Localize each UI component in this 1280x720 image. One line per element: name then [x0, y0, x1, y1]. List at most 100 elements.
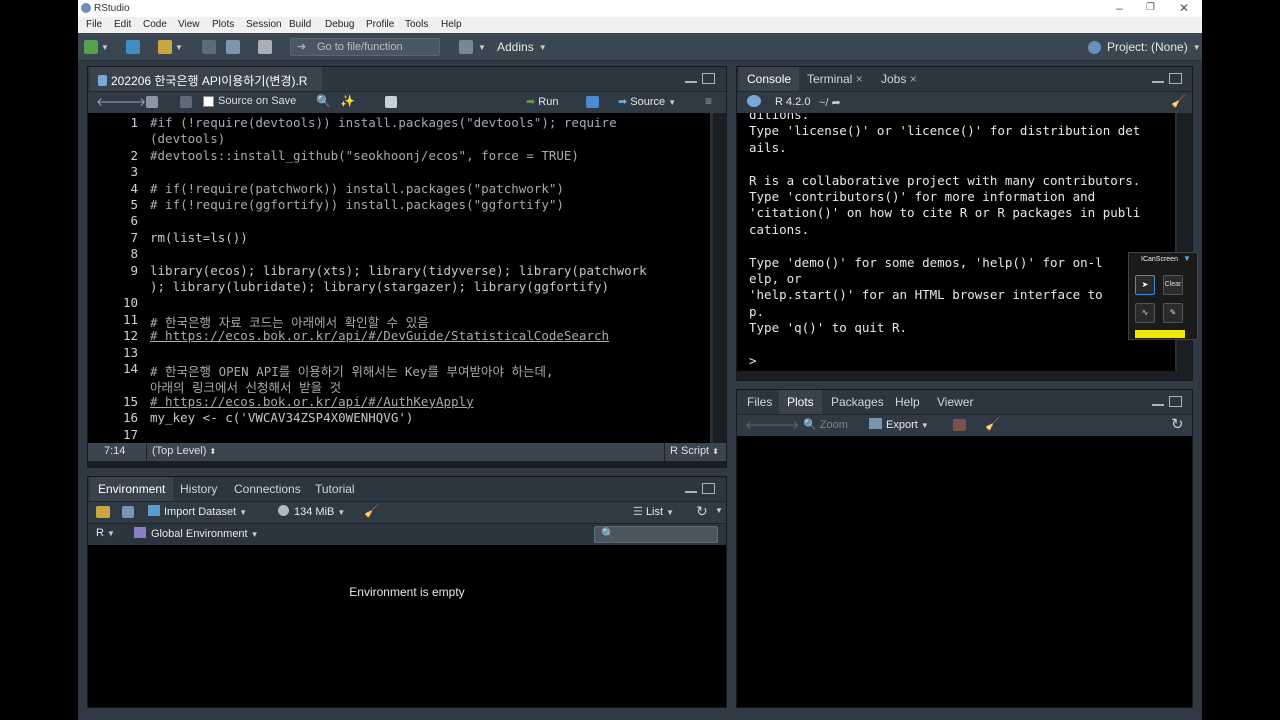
project-menu-button[interactable]: Project: (None) ▼	[1088, 39, 1201, 55]
collapse-icon[interactable]: ▼	[1183, 254, 1191, 263]
tab-files[interactable]: Files	[739, 390, 780, 414]
editor-scrollbar[interactable]	[710, 113, 713, 443]
files-min-max[interactable]	[1152, 396, 1182, 408]
clear-broom-icon[interactable]: 🧹	[364, 504, 379, 518]
close-tab-icon[interactable]: ×	[910, 72, 917, 86]
menu-code[interactable]: Code	[143, 19, 167, 30]
source-button[interactable]: ➡ Source ▼	[618, 95, 676, 108]
clear-console-icon[interactable]: 🧹	[1171, 94, 1186, 108]
save-icon[interactable]	[180, 96, 192, 108]
next-plot-icon[interactable]: 🡒	[767, 417, 799, 432]
menu-tools[interactable]: Tools	[405, 19, 428, 30]
menu-edit[interactable]: Edit	[114, 19, 131, 30]
save-button[interactable]	[202, 39, 216, 55]
menu-profile[interactable]: Profile	[366, 19, 394, 30]
tab-history[interactable]: History	[172, 477, 225, 501]
refresh-icon[interactable]: ↻	[1171, 415, 1184, 433]
import-dataset-button[interactable]: Import Dataset ▼	[148, 505, 247, 518]
refresh-icon[interactable]: ↻	[696, 503, 708, 520]
go-to-file-input[interactable]: ➜ Go to file/function	[290, 38, 440, 56]
code-line[interactable]: (devtools)	[150, 131, 225, 146]
tab-connections[interactable]: Connections	[226, 477, 309, 501]
console-output[interactable]: ditions. Type 'license()' or 'licence()' …	[737, 113, 1177, 371]
load-workspace-icon[interactable]	[96, 506, 110, 518]
close-tab-icon[interactable]: ×	[856, 72, 863, 86]
zoom-button[interactable]: 🔍 Zoom	[803, 418, 848, 431]
tab-environment[interactable]: Environment	[90, 477, 174, 501]
code-line[interactable]: my_key <- c('VWCAV34ZSP4X0WENHQVG')	[150, 410, 413, 425]
print-button[interactable]	[258, 39, 272, 55]
global-environment-selector[interactable]: Global Environment ▼	[134, 527, 259, 540]
menu-session[interactable]: Session	[246, 19, 282, 30]
tab-help[interactable]: Help	[887, 390, 928, 414]
magic-wand-icon[interactable]: ✨	[340, 94, 355, 108]
list-view-button[interactable]: ☰ List ▼	[633, 505, 674, 518]
console-min-max[interactable]	[1152, 73, 1182, 85]
run-arrow-icon: ➡	[526, 96, 536, 108]
show-in-window-icon[interactable]	[146, 96, 158, 108]
compile-report-icon[interactable]	[385, 96, 397, 108]
source-min-max[interactable]	[685, 73, 715, 85]
color-picker-yellow[interactable]	[1135, 330, 1185, 338]
source-on-save-checkbox[interactable]	[203, 96, 214, 107]
open-file-button[interactable]: ▼	[158, 39, 183, 55]
new-file-button[interactable]: ▼	[84, 39, 109, 55]
search-icon: 🔍	[601, 528, 615, 540]
code-line[interactable]: #devtools::install_github("seokhoonj/eco…	[150, 148, 579, 163]
clear-button[interactable]: Clear	[1163, 275, 1183, 295]
tab-viewer[interactable]: Viewer	[929, 390, 981, 414]
tab-tutorial[interactable]: Tutorial	[307, 477, 363, 501]
environment-icon	[134, 527, 146, 538]
code-line[interactable]: # if(!require(patchwork)) install.packag…	[150, 181, 564, 196]
pen-tool-button[interactable]: ∿	[1135, 303, 1155, 323]
line-number: 7	[130, 229, 138, 245]
clear-plots-icon[interactable]: 🧹	[985, 417, 1000, 431]
menu-debug[interactable]: Debug	[325, 19, 354, 30]
pointer-tool-button[interactable]: ➤	[1135, 275, 1155, 295]
language-selector[interactable]: R ▼	[96, 527, 115, 539]
code-line[interactable]: # https://ecos.bok.or.kr/api/#/DevGuide/…	[150, 328, 609, 343]
new-project-button[interactable]	[126, 39, 140, 55]
environment-min-max[interactable]	[685, 483, 715, 495]
console-path[interactable]: ~/ ➦	[819, 96, 841, 109]
tab-jobs[interactable]: Jobs ×	[873, 67, 925, 91]
environment-search-input[interactable]: 🔍	[594, 526, 718, 543]
code-line[interactable]: #if (!require(devtools)) install.package…	[150, 115, 617, 130]
export-label: Export	[886, 419, 918, 431]
remove-plot-icon[interactable]	[953, 419, 966, 431]
save-workspace-icon[interactable]	[122, 506, 134, 518]
tab-console[interactable]: Console	[739, 67, 800, 91]
files-tabbar: Files Plots Packages Help Viewer	[737, 390, 1192, 414]
code-line[interactable]: rm(list=ls())	[150, 230, 248, 245]
workspace-panes-button[interactable]: ▼	[459, 39, 486, 55]
close-button[interactable]: ✕	[1179, 1, 1189, 15]
menu-file[interactable]: File	[86, 19, 102, 30]
tab-terminal[interactable]: Terminal ×	[799, 67, 871, 91]
file-type-selector[interactable]: R Script ⬍	[670, 445, 719, 457]
highlighter-tool-button[interactable]: ✎	[1163, 303, 1183, 323]
code-line[interactable]: ); library(lubridate); library(stargazer…	[150, 279, 609, 294]
save-all-button[interactable]	[226, 39, 240, 55]
code-line[interactable]: library(ecos); library(xts); library(tid…	[150, 263, 647, 278]
export-button[interactable]: Export ▼	[869, 418, 929, 431]
maximize-button[interactable]: ❐	[1146, 2, 1155, 13]
forward-arrow-icon[interactable]: 🡒	[114, 94, 146, 109]
rerun-icon[interactable]	[586, 96, 599, 108]
code-editor[interactable]: 1 #if (!require(devtools)) install.packag…	[88, 113, 713, 443]
memory-usage-button[interactable]: 134 MiB ▼	[278, 505, 345, 518]
search-icon[interactable]: 🔍	[316, 94, 331, 108]
menu-view[interactable]: View	[178, 19, 200, 30]
run-button[interactable]: ➡ Run	[526, 95, 558, 108]
code-line[interactable]: # if(!require(ggfortify)) install.packag…	[150, 197, 564, 212]
addins-button[interactable]: Addins ▼	[497, 39, 547, 55]
minimize-button[interactable]: –	[1116, 1, 1123, 15]
menu-plots[interactable]: Plots	[212, 19, 234, 30]
code-line[interactable]: # https://ecos.bok.or.kr/api/#/AuthKeyAp…	[150, 394, 474, 409]
tab-plots[interactable]: Plots	[779, 390, 822, 414]
tab-packages[interactable]: Packages	[823, 390, 892, 414]
menu-help[interactable]: Help	[441, 19, 462, 30]
scope-selector[interactable]: (Top Level) ⬍	[152, 445, 216, 457]
tab-source-file[interactable]: 202206 한국은행 API이용하기(변경).R ×	[90, 67, 322, 103]
menu-build[interactable]: Build	[289, 19, 311, 30]
document-outline-icon[interactable]: ≡	[705, 94, 712, 108]
